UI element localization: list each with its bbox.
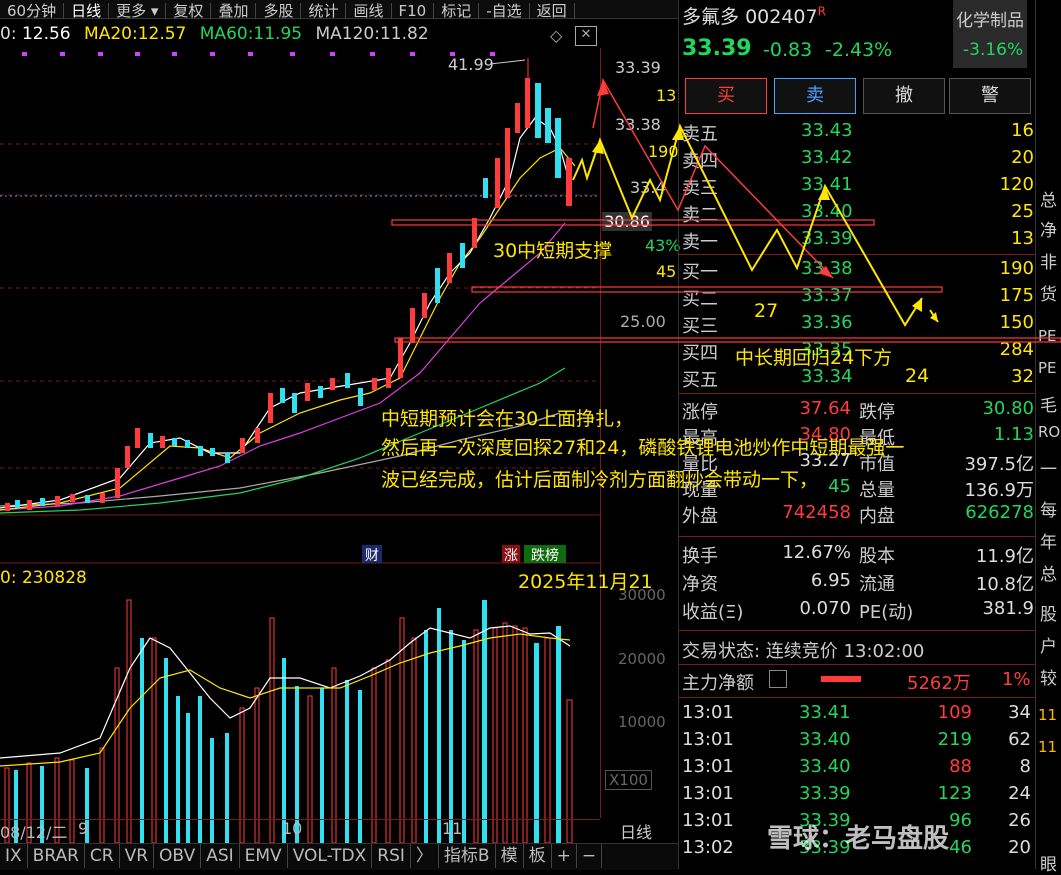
red-trend-path [592,77,834,279]
annotation-long-term: 中长期回归24下方 [735,347,893,369]
annotation-date: 2025年11月21 [518,571,653,593]
support-27-band [471,286,943,293]
annotation-line-1: 中短期预计会在30上面挣扎， [381,408,634,430]
annotation-27: 27 [754,300,779,322]
support-24-band [394,337,1061,343]
annotation-24: 24 [905,365,930,387]
annotation-support-30: 30中短期支撑 [493,240,613,262]
annotation-line-2: 然后再一次深度回探27和24，磷酸铁锂电池炒作中短期最强一 [381,437,905,459]
support-30-band [391,219,875,226]
annotation-line-3: 波已经完成，估计后面制冷剂方面翻炒会带动一下， [381,469,819,491]
